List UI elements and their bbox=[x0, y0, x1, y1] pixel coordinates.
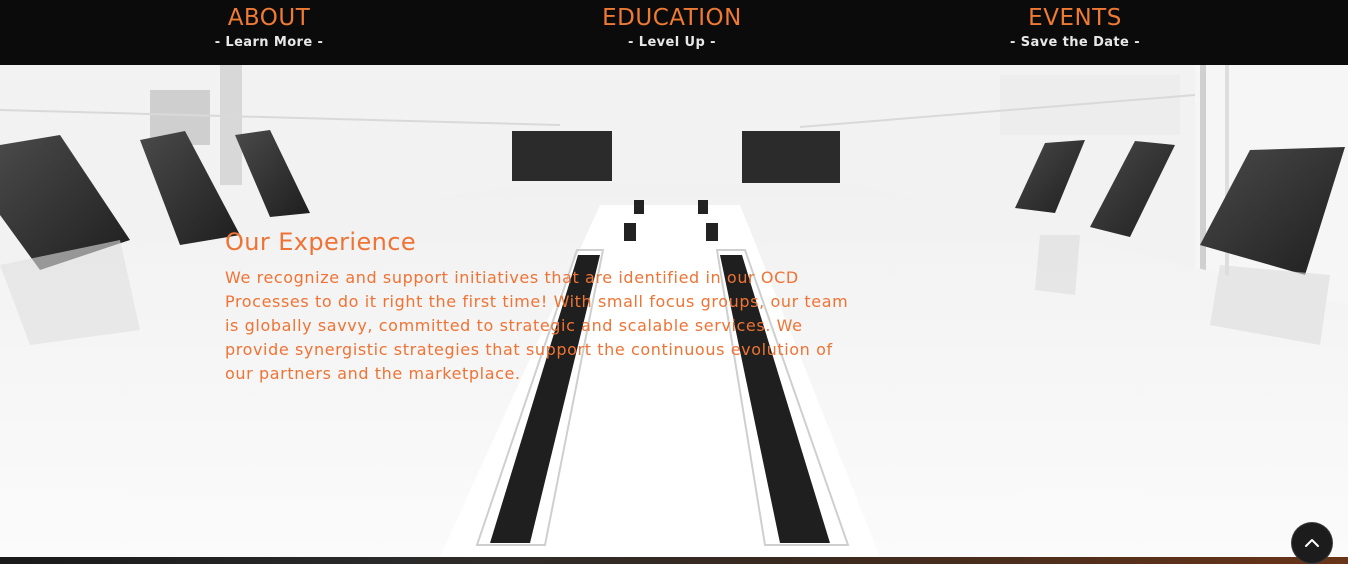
nav-item-subtitle: - Level Up - bbox=[628, 35, 716, 50]
nav-item-subtitle: - Save the Date - bbox=[1009, 35, 1140, 50]
scroll-to-top-button[interactable] bbox=[1292, 523, 1332, 563]
nav-item-title: ABOUT bbox=[227, 5, 311, 31]
bottom-banner-strip bbox=[0, 557, 1348, 564]
nav-item-education[interactable]: EDUCATION - Level Up - bbox=[522, 0, 822, 50]
section-body: We recognize and support initiatives tha… bbox=[225, 268, 849, 383]
section-heading: Our Experience bbox=[225, 228, 417, 256]
chevron-up-icon bbox=[1305, 539, 1319, 547]
nav-item-about[interactable]: ABOUT - Learn More - bbox=[119, 0, 419, 50]
nav-item-events[interactable]: EVENTS - Save the Date - bbox=[925, 0, 1225, 50]
hero-section: Our Experience We recognize and support … bbox=[0, 65, 1348, 557]
nav-item-subtitle: - Learn More - bbox=[214, 35, 324, 50]
nav-item-title: EVENTS bbox=[1028, 5, 1122, 31]
top-navigation: ABOUT - Learn More - EDUCATION - Level U… bbox=[0, 0, 1348, 65]
nav-item-title: EDUCATION bbox=[602, 5, 742, 31]
experience-block: Our Experience We recognize and support … bbox=[225, 228, 865, 386]
